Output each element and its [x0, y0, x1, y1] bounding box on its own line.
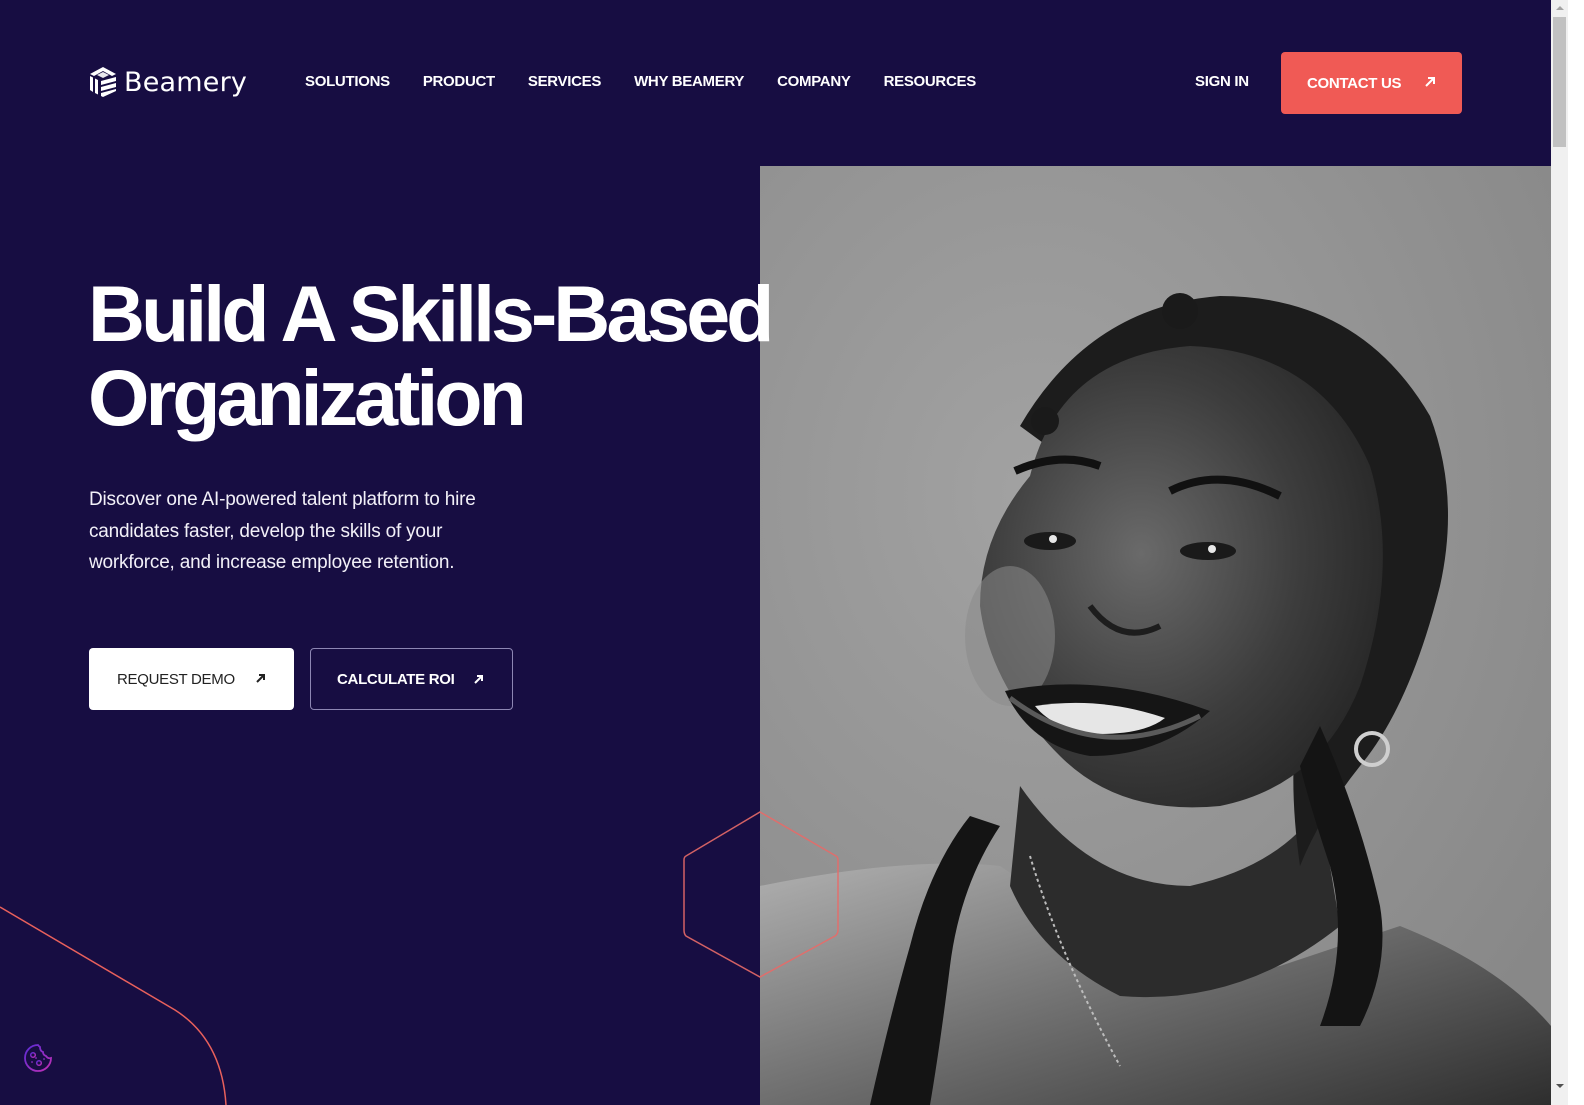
- hero-title-line-1: Build A Skills-Based: [88, 269, 774, 358]
- nav-item-resources[interactable]: RESOURCES: [884, 73, 977, 90]
- calculate-roi-label: CALCULATE ROI: [337, 670, 455, 688]
- nav-item-services[interactable]: SERVICES: [528, 73, 601, 90]
- hero-title-line-2: Organization: [88, 353, 527, 442]
- scroll-up-icon: [1555, 6, 1564, 10]
- contact-us-button[interactable]: CONTACT US: [1281, 52, 1462, 114]
- arrow-up-right-icon: [256, 674, 265, 683]
- sign-in-link[interactable]: SIGN IN: [1195, 73, 1249, 90]
- contact-us-label: CONTACT US: [1307, 74, 1402, 92]
- window-edge: [1568, 0, 1584, 1105]
- site-header: Beamery SOLUTIONS PRODUCT SERVICES WHY B…: [0, 0, 1551, 166]
- nav-item-company[interactable]: COMPANY: [777, 73, 851, 90]
- arrow-up-right-icon: [474, 675, 483, 684]
- request-demo-button[interactable]: REQUEST DEMO: [89, 648, 294, 710]
- scroll-thumb[interactable]: [1553, 17, 1566, 147]
- request-demo-label: REQUEST DEMO: [117, 670, 235, 688]
- decorative-curve: [0, 906, 227, 1105]
- nav-item-product[interactable]: PRODUCT: [423, 73, 495, 90]
- hero-portrait-image: [760, 166, 1551, 1105]
- nav-item-why-beamery[interactable]: WHY BEAMERY: [634, 73, 744, 90]
- portrait-illustration: [760, 166, 1551, 1105]
- hero-subtitle: Discover one AI-powered talent platform …: [89, 489, 476, 573]
- logo-text: Beamery: [124, 66, 248, 98]
- main-nav: SOLUTIONS PRODUCT SERVICES WHY BEAMERY C…: [305, 73, 1009, 90]
- logo-link[interactable]: Beamery: [88, 66, 247, 98]
- hero-title: Build A Skills-Based Organization: [88, 272, 848, 440]
- arrow-up-right-icon: [1425, 77, 1435, 87]
- nav-item-solutions[interactable]: SOLUTIONS: [305, 73, 390, 90]
- beamery-cube-icon: [90, 67, 116, 97]
- vertical-scrollbar[interactable]: [1551, 0, 1568, 1105]
- scroll-up-button[interactable]: [1551, 0, 1568, 16]
- calculate-roi-button[interactable]: CALCULATE ROI: [310, 648, 513, 710]
- page: Beamery SOLUTIONS PRODUCT SERVICES WHY B…: [0, 0, 1551, 1105]
- scroll-down-button[interactable]: [1551, 1078, 1568, 1094]
- scroll-down-icon: [1555, 1084, 1564, 1088]
- cookie-icon[interactable]: [22, 1042, 54, 1074]
